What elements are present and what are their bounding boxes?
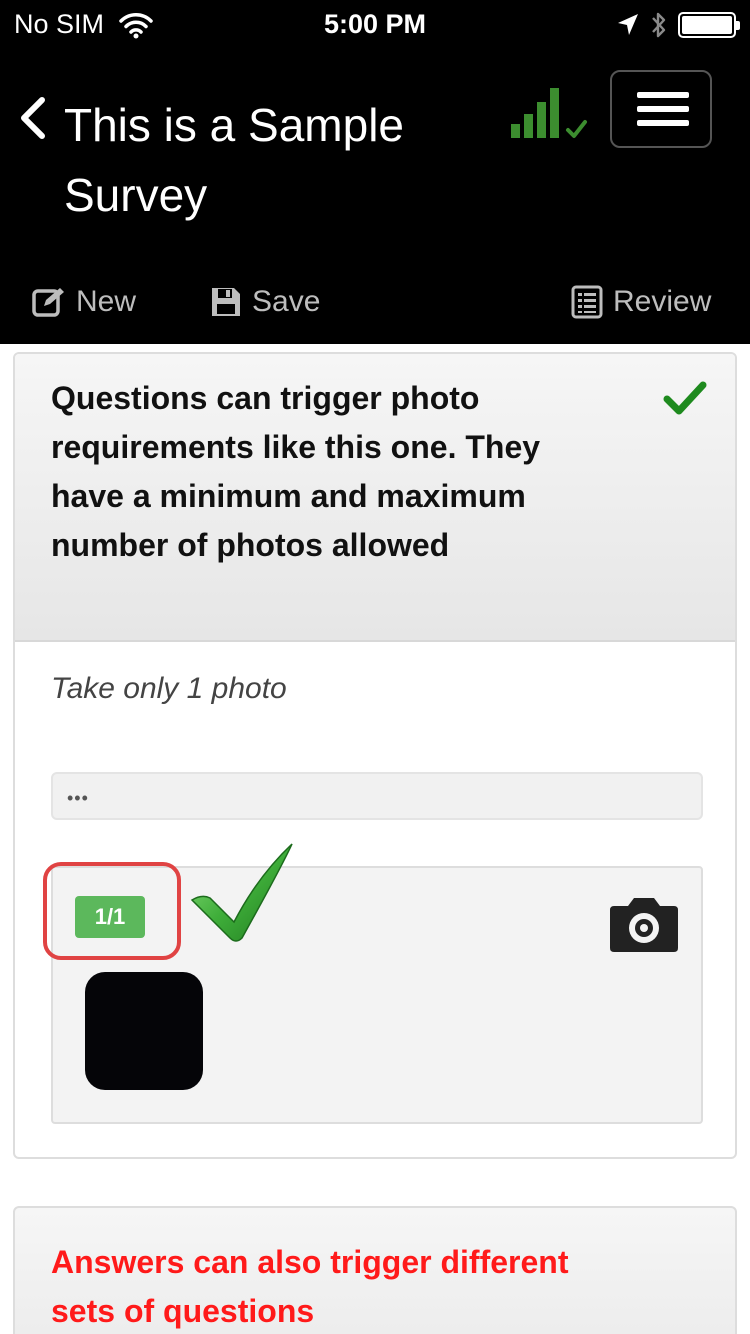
next-question-card: Answers can also trigger different sets … bbox=[13, 1206, 737, 1334]
save-label: Save bbox=[252, 285, 321, 318]
success-check-icon bbox=[190, 843, 293, 942]
list-icon bbox=[571, 285, 603, 319]
new-label: New bbox=[76, 285, 137, 318]
photo-area: 1/1 bbox=[43, 862, 703, 1124]
app-header: This is a Sample Survey New Save Review bbox=[0, 52, 750, 344]
answer-placeholder: ••• bbox=[67, 788, 89, 808]
menu-bar-icon bbox=[637, 120, 689, 126]
edit-icon bbox=[32, 288, 64, 317]
location-arrow-icon bbox=[618, 14, 638, 35]
question-card: Questions can trigger photo requirements… bbox=[13, 352, 737, 1159]
status-right bbox=[616, 10, 740, 40]
status-bar: No SIM 5:00 PM bbox=[0, 0, 750, 52]
page-title: This is a Sample Survey bbox=[64, 99, 405, 221]
question-text: Questions can trigger photo requirements… bbox=[51, 380, 541, 563]
question-header: Questions can trigger photo requirements… bbox=[15, 354, 735, 642]
photo-count-badge: 1/1 bbox=[75, 896, 145, 938]
question-instruction: Take only 1 photo bbox=[51, 672, 287, 705]
back-chevron-icon[interactable] bbox=[18, 96, 48, 140]
hamburger-menu-button[interactable] bbox=[610, 70, 712, 148]
next-question-text: Answers can also trigger different sets … bbox=[51, 1244, 569, 1329]
new-button[interactable]: New bbox=[32, 280, 136, 324]
battery-icon bbox=[678, 12, 740, 38]
floppy-disk-icon bbox=[212, 288, 240, 316]
answered-check-icon bbox=[663, 381, 707, 415]
answer-field[interactable]: ••• bbox=[51, 772, 703, 820]
bluetooth-icon bbox=[652, 12, 666, 38]
review-label: Review bbox=[613, 285, 712, 318]
camera-icon[interactable] bbox=[608, 894, 680, 954]
review-button[interactable]: Review bbox=[571, 280, 711, 324]
save-button[interactable]: Save bbox=[210, 280, 320, 324]
menu-bar-icon bbox=[637, 92, 689, 98]
photo-thumbnail[interactable] bbox=[85, 972, 203, 1090]
sync-signal-icon bbox=[511, 88, 587, 138]
menu-bar-icon bbox=[637, 106, 689, 112]
